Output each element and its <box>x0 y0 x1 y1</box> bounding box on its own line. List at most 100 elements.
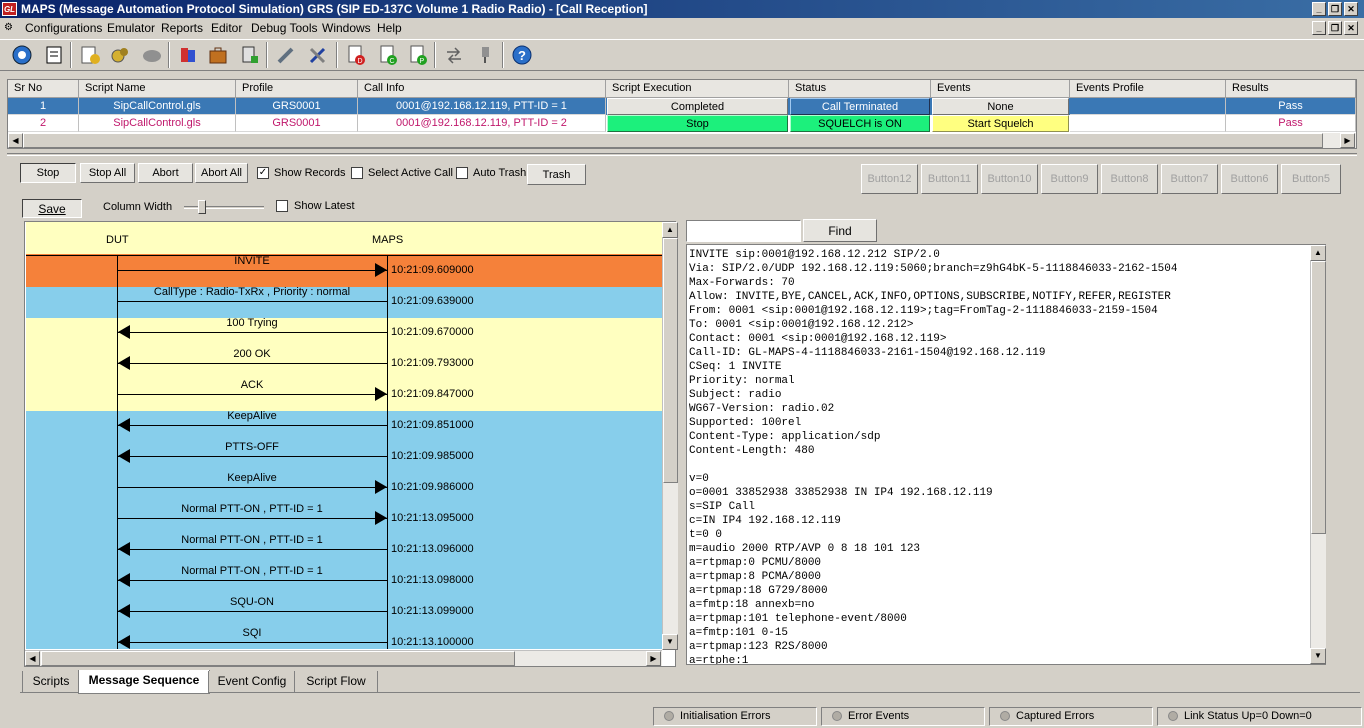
scroll-thumb[interactable] <box>1311 261 1326 534</box>
probe-icon[interactable] <box>472 41 500 69</box>
completed-button[interactable]: Completed <box>607 98 788 115</box>
scroll-down-icon[interactable]: ▼ <box>662 634 678 650</box>
col-script-execution[interactable]: Script Execution <box>606 80 789 98</box>
show-latest-checkbox[interactable] <box>276 200 288 212</box>
scroll-down-icon[interactable]: ▼ <box>1310 648 1326 664</box>
slider-thumb[interactable] <box>198 200 206 214</box>
abort-button[interactable]: Abort <box>138 163 193 183</box>
col-events[interactable]: Events <box>931 80 1070 98</box>
pen-icon[interactable] <box>272 41 300 69</box>
scroll-left-icon[interactable]: ◀ <box>8 133 23 148</box>
tools-icon[interactable] <box>304 41 332 69</box>
save-button[interactable]: Save <box>22 199 82 218</box>
menu-debug-tools[interactable]: Debug Tools <box>251 21 318 35</box>
table-row[interactable]: 1 SipCallControl.gls GRS0001 0001@192.16… <box>8 98 1356 115</box>
col-script-name[interactable]: Script Name <box>79 80 236 98</box>
ladder-message-label[interactable]: KeepAlive <box>117 472 387 484</box>
status-captured-errors[interactable]: Captured Errors <box>989 707 1153 726</box>
tab-message-sequence[interactable]: Message Sequence <box>78 670 210 694</box>
col-profile[interactable]: Profile <box>236 80 358 98</box>
column-width-slider[interactable] <box>184 206 264 209</box>
grid-horizontal-scrollbar[interactable]: ◀ ▶ <box>8 133 1356 148</box>
button6[interactable]: Button6 <box>1221 164 1278 194</box>
menu-help[interactable]: Help <box>377 21 402 35</box>
notebook-icon[interactable] <box>40 41 68 69</box>
find-input[interactable] <box>686 220 801 242</box>
scroll-right-icon[interactable]: ▶ <box>646 651 661 666</box>
scroll-right-icon[interactable]: ▶ <box>1340 133 1355 148</box>
doc-c-icon[interactable]: C <box>374 41 402 69</box>
restore-icon[interactable]: ❐ <box>1328 2 1342 16</box>
scroll-thumb[interactable] <box>23 133 1323 148</box>
col-status[interactable]: Status <box>789 80 931 98</box>
start-squelch-button[interactable]: Start Squelch <box>932 115 1069 132</box>
menu-emulator[interactable]: Emulator <box>107 21 155 35</box>
stop-all-button[interactable]: Stop All <box>80 163 135 183</box>
auto-trash-checkbox[interactable] <box>456 167 468 179</box>
col-call-info[interactable]: Call Info <box>358 80 606 98</box>
server-icon[interactable] <box>236 41 264 69</box>
col-results[interactable]: Results <box>1226 80 1356 98</box>
ladder-horizontal-scrollbar[interactable]: ◀ ▶ <box>25 650 662 666</box>
tab-script-flow[interactable]: Script Flow <box>294 671 378 693</box>
scroll-thumb[interactable] <box>41 651 515 666</box>
col-events-profile[interactable]: Events Profile <box>1070 80 1226 98</box>
button8[interactable]: Button8 <box>1101 164 1158 194</box>
doc-d-icon[interactable]: D <box>342 41 370 69</box>
scroll-thumb[interactable] <box>663 238 678 483</box>
scroll-up-icon[interactable]: ▲ <box>1310 245 1326 261</box>
stop-script-button[interactable]: Stop <box>607 115 788 132</box>
close-icon[interactable]: ✕ <box>1344 2 1358 16</box>
button5[interactable]: Button5 <box>1281 164 1341 194</box>
menu-windows[interactable]: Windows <box>322 21 371 35</box>
tab-event-config[interactable]: Event Config <box>208 671 296 693</box>
trash-button[interactable]: Trash <box>527 164 586 185</box>
scroll-left-icon[interactable]: ◀ <box>25 651 40 666</box>
ladder-message-label[interactable]: INVITE <box>117 255 387 267</box>
button12[interactable]: Button12 <box>861 164 918 194</box>
tab-scripts[interactable]: Scripts <box>22 671 80 693</box>
splitter[interactable] <box>7 153 1357 156</box>
table-row[interactable]: 2 SipCallControl.gls GRS0001 0001@192.16… <box>8 115 1356 132</box>
events-button[interactable]: None <box>932 98 1069 115</box>
configuration-icon[interactable] <box>8 41 36 69</box>
ladder-message-label[interactable]: KeepAlive <box>117 410 387 422</box>
ladder-message-label[interactable]: CallType : Radio-TxRx , Priority : norma… <box>117 286 387 298</box>
raw-vertical-scrollbar[interactable]: ▲ ▼ <box>1310 245 1326 664</box>
menu-reports[interactable]: Reports <box>161 21 203 35</box>
show-records-checkbox[interactable]: ✓ <box>257 167 269 179</box>
cloud-icon[interactable] <box>138 41 166 69</box>
ladder-message-label[interactable]: PTTS-OFF <box>117 441 387 453</box>
select-active-call-checkbox[interactable] <box>351 167 363 179</box>
gears-icon[interactable] <box>106 41 134 69</box>
child-window-icon[interactable]: ⚙ <box>4 22 16 34</box>
menu-editor[interactable]: Editor <box>211 21 242 35</box>
ladder-message-label[interactable]: 200 OK <box>117 348 387 360</box>
ladder-message-label[interactable]: Normal PTT-ON , PTT-ID = 1 <box>117 565 387 577</box>
button7[interactable]: Button7 <box>1161 164 1218 194</box>
ladder-message-label[interactable]: ACK <box>117 379 387 391</box>
stop-button[interactable]: Stop <box>20 163 76 183</box>
abort-all-button[interactable]: Abort All <box>195 163 248 183</box>
ladder-vertical-scrollbar[interactable]: ▲ ▼ <box>662 222 678 650</box>
menu-configurations[interactable]: Configurations <box>25 21 102 35</box>
button9[interactable]: Button9 <box>1041 164 1098 194</box>
child-restore-icon[interactable]: ❐ <box>1328 21 1342 35</box>
ladder-message-label[interactable]: 100 Trying <box>117 317 387 329</box>
ladder-message-label[interactable]: Normal PTT-ON , PTT-ID = 1 <box>117 534 387 546</box>
ladder-message-label[interactable]: Normal PTT-ON , PTT-ID = 1 <box>117 503 387 515</box>
child-minimize-icon[interactable]: _ <box>1312 21 1326 35</box>
help-icon[interactable]: ? <box>508 41 536 69</box>
raw-message-panel[interactable]: INVITE sip:0001@192.168.12.212 SIP/2.0 Vi… <box>686 244 1326 665</box>
button11[interactable]: Button11 <box>921 164 978 194</box>
child-close-icon[interactable]: ✕ <box>1344 21 1358 35</box>
ladder-message-label[interactable]: SQU-ON <box>117 596 387 608</box>
find-button[interactable]: Find <box>803 219 877 242</box>
objects-icon[interactable] <box>174 41 202 69</box>
ladder-message-label[interactable]: SQI <box>117 627 387 639</box>
scroll-up-icon[interactable]: ▲ <box>662 222 678 238</box>
transfer-icon[interactable] <box>440 41 468 69</box>
script-editor-icon[interactable] <box>76 41 104 69</box>
status-initialisation-errors[interactable]: Initialisation Errors <box>653 707 817 726</box>
briefcase-icon[interactable] <box>204 41 232 69</box>
